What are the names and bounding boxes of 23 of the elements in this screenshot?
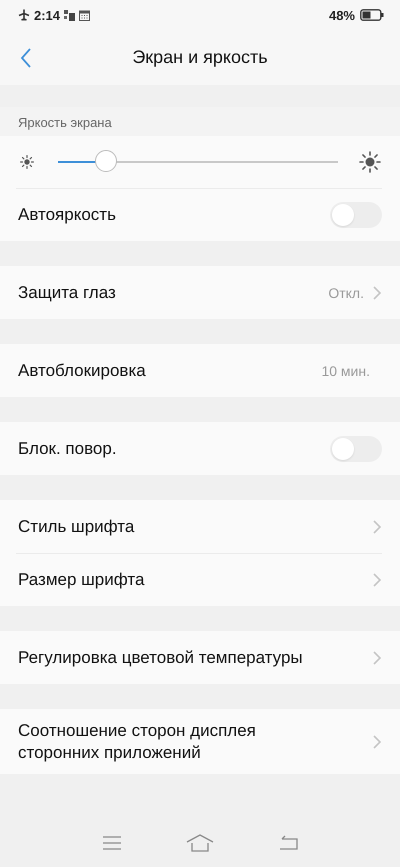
toggle-switch[interactable] [330,436,382,462]
sim-icon [64,10,76,20]
back-icon [20,48,32,68]
menu-icon [102,835,122,851]
time: 2:14 [34,8,60,22]
setting-label[interactable]: Защита глаз [18,272,328,314]
brightness-high-icon [358,150,382,174]
section-label: Яркость экрана [18,115,112,130]
airplane-icon [18,9,30,21]
toggle-switch[interactable] [330,202,382,228]
setting-label: Автояркость [18,204,117,226]
battery-icon [360,9,384,21]
setting-label: Блок. повор. [18,438,118,460]
brightness-low-icon [18,153,36,171]
battery-percent: 48% [328,8,355,22]
slider-thumb[interactable] [94,150,117,172]
home-icon [186,834,214,852]
setting-value: Откл. [328,284,364,300]
setting-label[interactable]: Автоблокировка [18,350,322,392]
calendar-icon [79,10,90,20]
screen-title: Экран и яркость [132,47,268,67]
back-icon [278,835,298,851]
setting-value: 10 мин. [321,362,370,378]
